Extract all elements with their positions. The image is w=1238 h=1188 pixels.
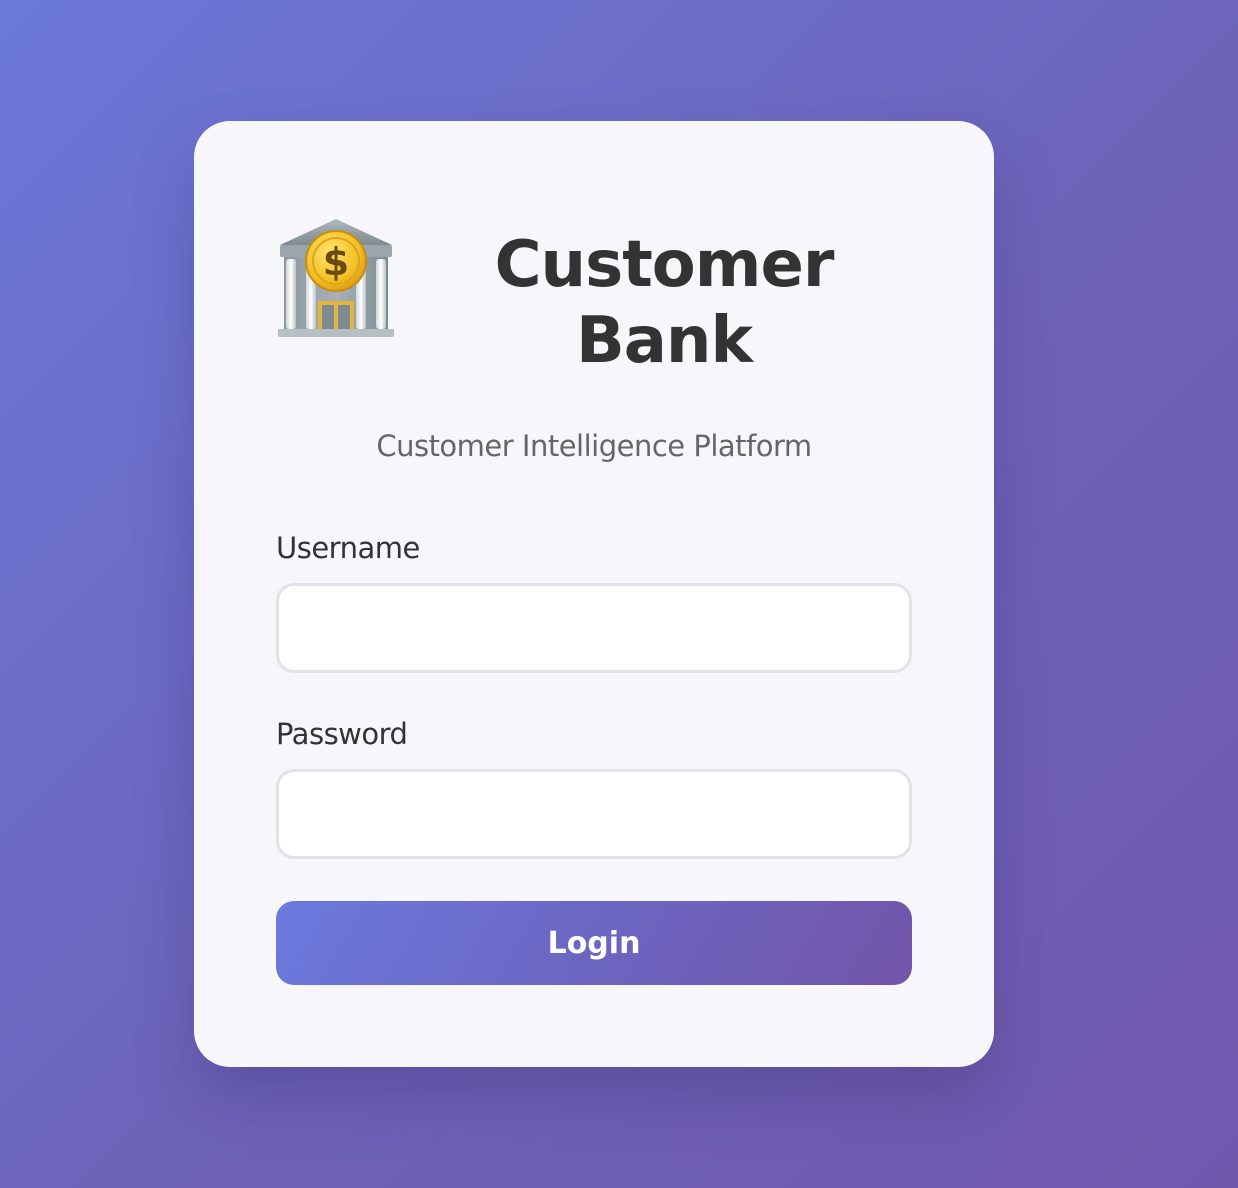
username-label: Username (276, 531, 420, 565)
app-title: Customer Bank (494, 228, 835, 378)
brand-header: $ Customer Bank (276, 217, 912, 378)
password-input[interactable] (276, 769, 912, 859)
svg-text:$: $ (323, 240, 349, 284)
login-button[interactable]: Login (276, 901, 912, 985)
username-input[interactable] (276, 583, 912, 673)
app-subtitle: Customer Intelligence Platform (376, 429, 812, 463)
login-card: $ Customer Bank Customer Intelligence Pl… (194, 121, 994, 1067)
password-label: Password (276, 717, 408, 751)
bank-building-icon: $ (278, 219, 394, 337)
